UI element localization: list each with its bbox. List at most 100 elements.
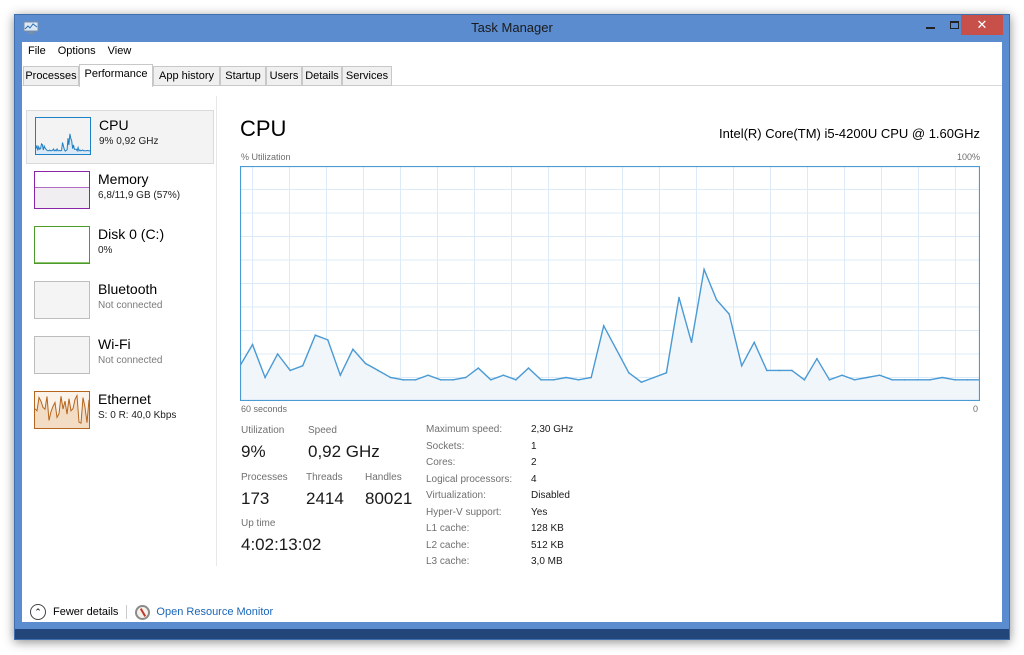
cpu-data-point	[715, 299, 718, 301]
cpu-data-point	[289, 369, 291, 372]
cpu-data-point	[866, 376, 868, 379]
sidebar-item-disk[interactable]: Disk 0 (C:) 0%	[26, 220, 214, 274]
cpu-data-point	[765, 369, 768, 372]
maximize-icon	[949, 21, 959, 29]
spec-value: 512 KB	[531, 539, 564, 551]
uptime-label: Up time	[241, 518, 276, 529]
tab-startup[interactable]: Startup	[220, 66, 266, 86]
cpu-data-point	[778, 369, 781, 372]
cpu-data-point	[590, 376, 592, 379]
memory-thumbnail-graph	[34, 171, 90, 209]
title-bar[interactable]: Task Manager ✕	[15, 15, 1009, 41]
tab-performance[interactable]: Performance	[79, 64, 153, 87]
cpu-data-point	[339, 374, 342, 376]
speed-label: Speed	[308, 425, 337, 436]
cpu-data-point	[552, 379, 555, 381]
ethernet-thumbnail-svg	[35, 393, 89, 428]
cpu-data-point	[929, 379, 931, 381]
cpu-data-point	[540, 379, 542, 381]
sidebar-item-wifi[interactable]: Wi-Fi Not connected	[26, 330, 214, 384]
cpu-data-point	[326, 339, 329, 341]
x-axis-right-label: 0	[973, 404, 979, 414]
disk-thumbnail-graph	[34, 226, 90, 264]
cpu-data-point	[954, 379, 956, 381]
spec-key: Virtualization:	[426, 490, 486, 501]
spec-key: L1 cache:	[426, 523, 470, 534]
cpu-data-point	[828, 379, 831, 381]
tab-users[interactable]: Users	[266, 66, 302, 86]
cpu-data-point	[527, 367, 530, 369]
cpu-data-point	[941, 376, 944, 379]
sidebar-item-bluetooth[interactable]: Bluetooth Not connected	[26, 275, 214, 329]
cpu-data-point	[477, 367, 480, 369]
cpu-model-name: Intel(R) Core(TM) i5-4200U CPU @ 1.60GHz	[719, 126, 980, 141]
y-max-label: 100%	[956, 152, 980, 162]
client-area: File Options View Processes Performance …	[22, 42, 1002, 622]
tab-details[interactable]: Details	[302, 66, 342, 86]
cpu-data-point	[753, 341, 756, 344]
spec-key: L3 cache:	[426, 556, 470, 567]
cpu-data-point	[464, 376, 467, 379]
cpu-data-point	[665, 372, 668, 374]
spec-key: Cores:	[426, 457, 456, 468]
sidebar-item-memory[interactable]: Memory 6,8/11,9 GB (57%)	[26, 165, 214, 219]
cpu-data-point	[314, 334, 317, 336]
disk-baseline	[35, 262, 89, 263]
x-axis-left-label: 60 seconds	[241, 404, 288, 414]
sidebar-item-value: S: 0 R: 40,0 Kbps	[98, 410, 177, 421]
cpu-data-point	[301, 364, 304, 367]
cpu-data-point	[377, 369, 379, 372]
cpu-data-point	[803, 379, 806, 381]
cpu-data-point	[565, 376, 567, 379]
tab-processes[interactable]: Processes	[23, 66, 79, 86]
cpu-data-point	[628, 372, 630, 374]
window-bottom-border	[15, 629, 1009, 639]
sidebar-item-label: Ethernet	[98, 391, 151, 407]
cpu-data-point	[703, 268, 705, 271]
ethernet-thumbnail-graph	[34, 391, 90, 429]
spec-key: Maximum speed:	[426, 424, 503, 435]
sidebar-item-value: Not connected	[98, 355, 163, 366]
cpu-data-point	[653, 376, 655, 379]
tab-app-history[interactable]: App history	[153, 66, 220, 86]
uptime-value: 4:02:13:02	[241, 535, 322, 554]
memory-fill	[35, 187, 89, 208]
menu-view[interactable]: View	[102, 42, 138, 62]
close-button[interactable]: ✕	[961, 15, 1003, 35]
minimize-icon	[925, 27, 935, 29]
speed-value: 0,92 GHz	[308, 442, 380, 461]
resource-monitor-icon	[135, 604, 151, 620]
spec-value: 3,0 MB	[531, 556, 563, 567]
menu-file[interactable]: File	[22, 42, 52, 62]
menu-options[interactable]: Options	[52, 42, 102, 62]
tab-services[interactable]: Services	[342, 66, 392, 86]
cpu-thumbnail-graph	[35, 117, 91, 155]
close-icon: ✕	[976, 17, 988, 33]
cpu-area-fill	[240, 269, 980, 401]
spec-key: Hyper-V support:	[426, 506, 502, 518]
sidebar-item-cpu[interactable]: CPU 9% 0,92 GHz	[26, 110, 214, 164]
spec-key: L2 cache:	[426, 539, 470, 551]
window-title: Task Manager	[471, 20, 553, 35]
wifi-thumbnail-graph	[34, 336, 90, 374]
sidebar-item-label: CPU	[99, 117, 129, 133]
sidebar-item-label: Disk 0 (C:)	[98, 226, 165, 242]
fewer-details-link[interactable]: Fewer details	[53, 606, 118, 618]
chevron-up-icon[interactable]: ⌃	[30, 604, 46, 620]
cpu-data-point	[402, 379, 404, 381]
cpu-data-point	[414, 379, 417, 381]
cpu-data-point	[427, 374, 429, 376]
cpu-data-point	[916, 379, 919, 381]
threads-label: Threads	[306, 472, 343, 483]
spec-value: 1	[531, 440, 537, 452]
cpu-data-point	[903, 379, 906, 381]
footer-bar: ⌃ Fewer details Open Resource Monitor	[30, 602, 273, 622]
sidebar-item-ethernet[interactable]: Ethernet S: 0 R: 40,0 Kbps	[26, 385, 214, 439]
open-resource-monitor-link[interactable]: Open Resource Monitor	[156, 606, 273, 618]
minimize-button[interactable]	[917, 15, 943, 35]
spec-key: Sockets:	[426, 440, 465, 452]
sidebar-item-label: Bluetooth	[98, 281, 158, 297]
cpu-data-point	[352, 348, 354, 351]
cpu-data-point	[602, 325, 605, 327]
cpu-data-point	[264, 376, 266, 379]
